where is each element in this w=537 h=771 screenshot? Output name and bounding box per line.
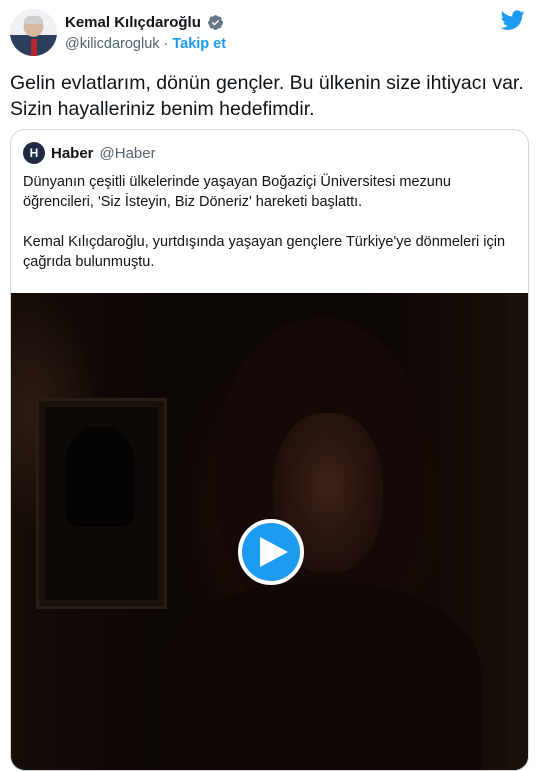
verified-badge-icon [207,15,223,30]
author-avatar[interactable] [10,9,57,56]
video-player[interactable] [11,293,528,770]
quoted-avatar[interactable]: H [23,142,45,164]
quoted-handle[interactable]: @Haber [100,145,156,162]
play-button[interactable] [238,519,304,585]
quoted-tweet[interactable]: H Haber @Haber Dünyanın çeşitli ülkeleri… [10,129,529,771]
separator-dot: · [163,36,169,52]
author-name[interactable]: Kemal Kılıçdaroğlu [65,14,201,31]
play-icon [259,537,288,567]
author-handle[interactable]: @kilicdarogluk [65,36,160,52]
author-sub-row: @kilicdarogluk · Takip et [65,36,226,52]
avatar-tie [31,39,37,56]
author-name-row: Kemal Kılıçdaroğlu [65,14,224,31]
follow-button[interactable]: Takip et [172,36,226,52]
quoted-paragraph: Dünyanın çeşitli ülkelerinde yaşayan Boğ… [23,174,451,210]
video-person-body [161,583,481,770]
twitter-bird-icon[interactable] [501,8,525,32]
video-picture-frame [36,398,167,609]
quoted-paragraph: Kemal Kılıçdaroğlu, yurtdışında yaşayan … [23,234,506,270]
quoted-name[interactable]: Haber [51,145,94,162]
tweet-text: Gelin evlatlarım, dönün gençler. Bu ülke… [10,72,524,120]
avatar-hair [24,16,43,24]
quoted-header: H Haber @Haber [23,142,156,164]
video-edge [508,293,528,770]
quoted-text: Dünyanın çeşitli ülkelerinde yaşayan Boğ… [23,172,513,292]
